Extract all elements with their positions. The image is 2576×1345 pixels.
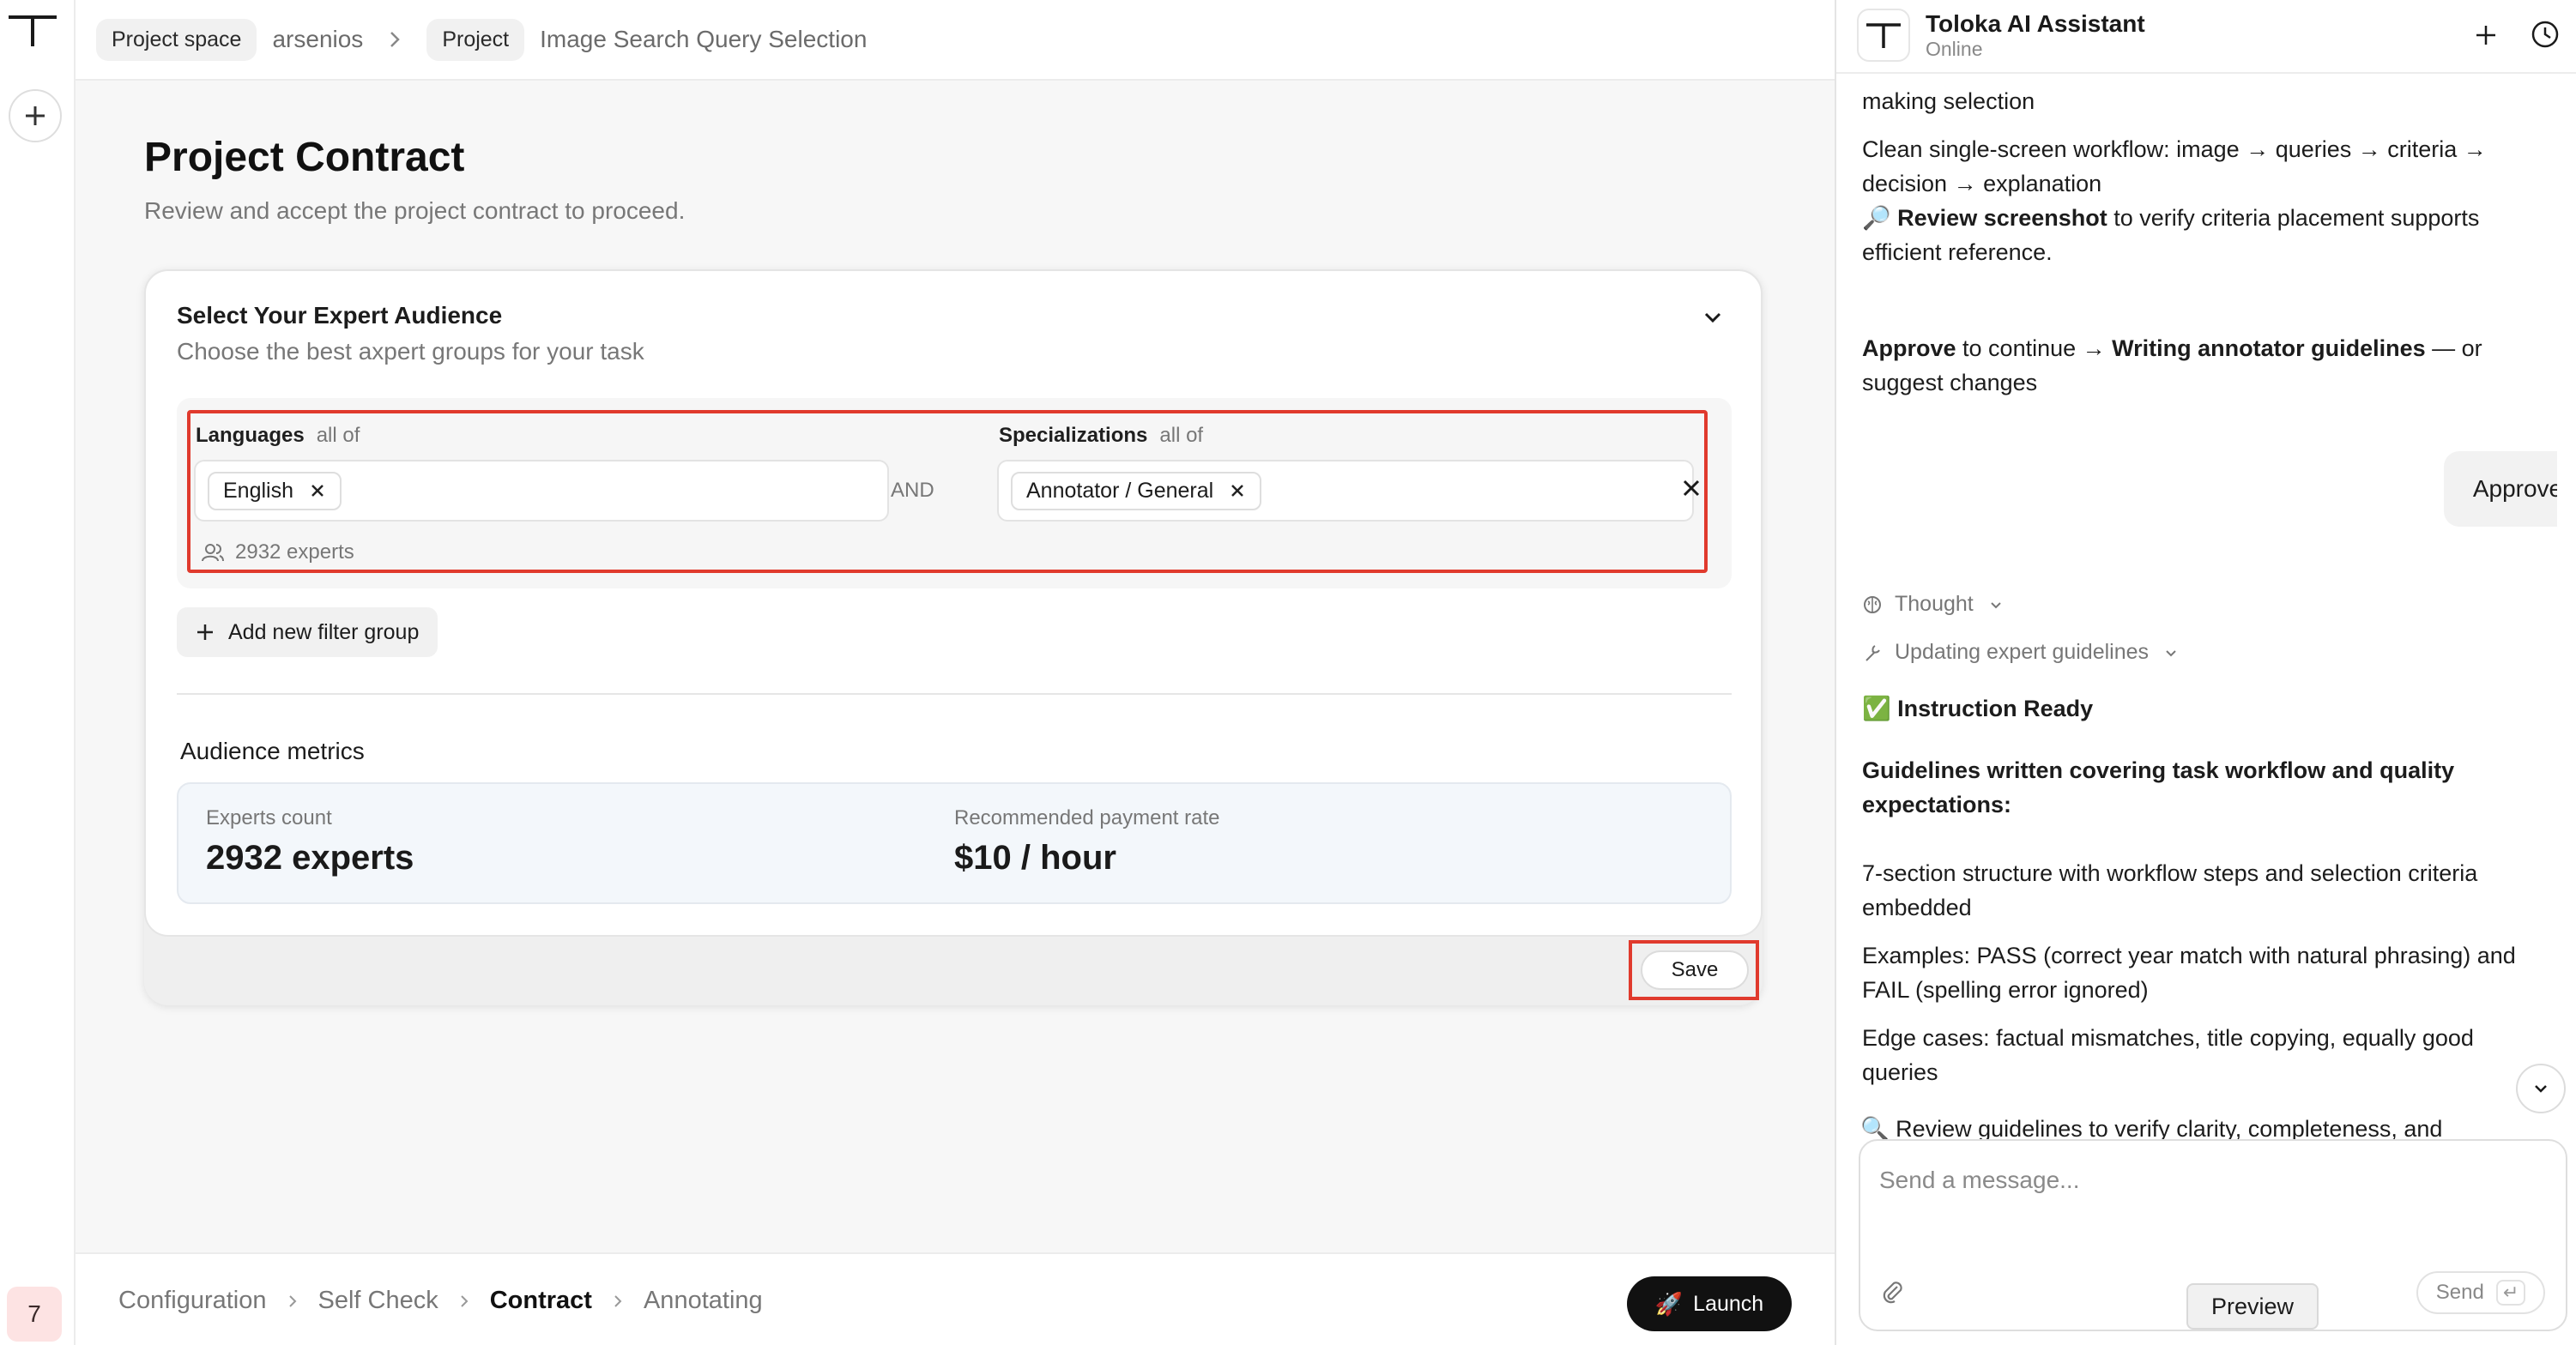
rocket-icon: 🚀: [1654, 1290, 1684, 1317]
chat-message: Clean single-screen workflow: image → qu…: [1862, 136, 2487, 196]
breadcrumb-project-space[interactable]: Project space: [96, 18, 257, 61]
chat-message: making selection: [1862, 88, 2035, 114]
filter-group: Languages all of English AND Specializati…: [187, 410, 1708, 573]
toloka-logo-icon[interactable]: [7, 12, 58, 50]
new-chat-plus-icon[interactable]: [2471, 21, 2500, 50]
toloka-logo-icon: [1866, 23, 1901, 48]
assistant-avatar: [1857, 9, 1910, 62]
assistant-name: Toloka AI Assistant: [1926, 10, 2145, 37]
breadcrumb-workspace-name[interactable]: arsenios: [272, 26, 363, 53]
new-project-button[interactable]: [9, 89, 62, 142]
paperclip-icon[interactable]: [1879, 1278, 1907, 1306]
brain-icon: [1864, 595, 1881, 613]
collapse-chevron-icon[interactable]: [1697, 302, 1728, 333]
breadcrumb: Project space arsenios Project Image Sea…: [76, 0, 1835, 81]
history-clock-icon[interactable]: [2530, 19, 2561, 50]
chat-message: 7-section structure with workflow steps …: [1862, 860, 2478, 920]
audience-card-title: Select Your Expert Audience: [177, 302, 503, 329]
chat-message: 🔎 Review screenshot to verify criteria p…: [1862, 205, 2480, 265]
main-area: Project space arsenios Project Image Sea…: [76, 0, 1835, 1345]
chat-message-cut-off: 🔍 Review guidelines to verify clarity, c…: [1860, 1116, 2443, 1141]
user-approve-message: Approve: [2444, 451, 2557, 527]
plus-icon: [197, 624, 213, 640]
chevron-down-icon: [2535, 1085, 2547, 1093]
tool-call-toggle[interactable]: Updating expert guidelines: [1862, 640, 2181, 665]
language-tag-english: English: [208, 471, 342, 510]
chevron-right-icon: [461, 1294, 469, 1307]
audience-metrics-title: Audience metrics: [180, 738, 365, 764]
chat-header: Toloka AI Assistant Online: [1836, 0, 2576, 74]
audience-card-subtitle: Choose the best axpert groups for your t…: [177, 338, 644, 365]
chevron-down-icon: [1991, 601, 2001, 608]
payment-rate-value: $10 / hour: [954, 839, 1116, 877]
chat-message: Guidelines written covering task workflo…: [1862, 757, 2455, 817]
step-annotating[interactable]: Annotating: [644, 1287, 763, 1315]
step-self-check[interactable]: Self Check: [318, 1287, 438, 1315]
audience-card: Select Your Expert Audience Choose the b…: [144, 269, 1763, 937]
card-divider: [177, 693, 1732, 695]
experts-count-value: 2932 experts: [206, 839, 414, 877]
languages-field[interactable]: English: [194, 460, 889, 522]
remove-filter-group-icon[interactable]: [1678, 475, 1704, 501]
audience-card-shell: Select Your Expert Audience Choose the b…: [144, 269, 1763, 1005]
page-subtitle: Review and accept the project contract t…: [144, 197, 686, 224]
left-rail: 7: [0, 0, 76, 1345]
chat-message-heading: ✅ Instruction Ready: [1862, 696, 2094, 721]
breadcrumb-project-name[interactable]: Image Search Query Selection: [540, 26, 867, 53]
send-button[interactable]: Send ↵: [2416, 1271, 2545, 1314]
and-connector: AND: [891, 479, 934, 502]
chat-message: Edge cases: factual mismatches, title co…: [1862, 1025, 2474, 1085]
plus-icon: [26, 106, 45, 125]
specialization-tag: Annotator / General: [1011, 471, 1262, 510]
notification-badge[interactable]: 7: [7, 1287, 62, 1342]
chat-message: Examples: PASS (correct year match with …: [1862, 943, 2516, 1003]
add-filter-group-button[interactable]: Add new filter group: [177, 607, 438, 657]
save-highlight: Save: [1629, 940, 1759, 1000]
step-configuration[interactable]: Configuration: [118, 1287, 267, 1315]
preview-tooltip: Preview: [2186, 1283, 2319, 1330]
save-button[interactable]: Save: [1641, 950, 1749, 990]
experts-count-label: Experts count: [206, 806, 332, 829]
payment-rate-label: Recommended payment rate: [954, 806, 1220, 829]
chat-messages: making selection Clean single-screen wor…: [1862, 74, 2557, 1146]
chevron-right-icon: [288, 1294, 296, 1307]
chevron-right-icon: [614, 1294, 622, 1307]
languages-label: Languages all of: [196, 424, 360, 447]
specializations-label: Specializations all of: [999, 424, 1204, 447]
scroll-to-bottom-button[interactable]: [2516, 1064, 2566, 1113]
message-input[interactable]: Send a message...: [1879, 1167, 2079, 1194]
step-footer: Configuration Self Check Contract Annota…: [76, 1252, 1835, 1345]
wrench-icon: [1865, 644, 1880, 661]
filter-group-area: Languages all of English AND Specializati…: [177, 398, 1732, 588]
page-title: Project Contract: [144, 135, 465, 180]
step-progress: Configuration Self Check Contract Annota…: [118, 1287, 763, 1315]
magnifier-icon: 🔎: [1862, 205, 1891, 231]
chevron-right-icon: [390, 32, 401, 47]
filter-experts-count: 2932 experts: [201, 540, 354, 564]
check-mark-icon: ✅: [1862, 696, 1891, 721]
specializations-field[interactable]: Annotator / General: [997, 460, 1694, 522]
chat-message: Approve to continue → Writing annotator …: [1862, 335, 2482, 395]
users-icon: [202, 544, 224, 562]
remove-tag-icon[interactable]: [309, 482, 326, 499]
breadcrumb-project[interactable]: Project: [426, 18, 525, 61]
thought-toggle[interactable]: Thought: [1862, 592, 2006, 617]
remove-tag-icon[interactable]: [1229, 482, 1246, 499]
enter-key-icon: ↵: [2495, 1280, 2526, 1306]
assistant-status: Online: [1926, 38, 1983, 60]
step-contract[interactable]: Contract: [490, 1287, 592, 1315]
audience-metrics: Experts count 2932 experts Recommended p…: [177, 782, 1732, 904]
launch-button[interactable]: 🚀 Launch: [1627, 1276, 1792, 1331]
chevron-down-icon: [2166, 649, 2176, 656]
